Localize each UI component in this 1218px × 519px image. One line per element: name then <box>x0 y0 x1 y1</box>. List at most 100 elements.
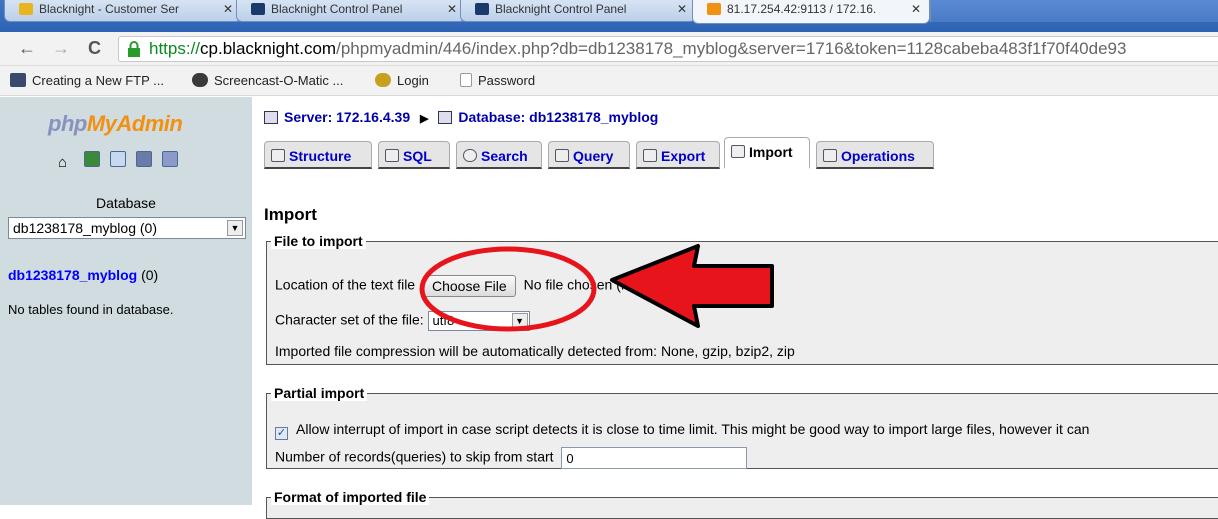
skip-queries-input[interactable]: 0 <box>561 447 748 469</box>
bookmark-item[interactable]: Password <box>460 73 535 88</box>
compression-note: Imported file compression will be automa… <box>275 343 795 359</box>
home-icon[interactable]: ⌂ <box>58 155 74 171</box>
address-bar[interactable]: https://cp.blacknight.com/phpmyadmin/446… <box>118 36 1218 62</box>
nav-icon-row: ⌂ <box>58 151 188 172</box>
tab-label: Blacknight Control Panel <box>495 2 627 16</box>
database-select[interactable]: db1238178_myblog (0) ▼ <box>8 217 246 239</box>
format-fieldset: Format of imported file <box>266 489 1218 519</box>
charset-select[interactable]: utf8 ▼ <box>427 311 530 331</box>
browser-tab-active[interactable]: 81.17.254.42:9113 / 172.16. ✕ <box>692 0 930 24</box>
sql-icon[interactable] <box>110 151 126 167</box>
skip-label: Number of records(queries) to skip from … <box>275 448 554 465</box>
blacknight-favicon-icon <box>475 3 489 15</box>
database-select-value: db1238178_myblog (0) <box>13 220 157 236</box>
tab-sql[interactable]: SQL <box>378 141 450 169</box>
no-file-text: No file chosen <box>523 276 613 293</box>
browser-tab[interactable]: Blacknight Control Panel ✕ <box>460 0 696 22</box>
bookmark-label: Screencast-O-Matic ... <box>214 73 344 88</box>
back-icon[interactable]: ← <box>18 38 36 59</box>
chevron-down-icon[interactable]: ▼ <box>227 220 243 236</box>
new-tab-button[interactable] <box>930 0 1218 22</box>
phpmyadmin-logo[interactable]: phpMyAdmin <box>48 111 183 137</box>
query-icon <box>555 149 569 162</box>
pma-navigation-frame: phpMyAdmin ⌂ Database db1238178_myblog (… <box>0 97 252 505</box>
breadcrumb-separator-icon: ▶ <box>420 113 429 125</box>
close-icon[interactable]: ✕ <box>911 2 921 16</box>
allow-interrupt-label: Allow interrupt of import in case script… <box>296 421 1090 437</box>
bookmark-item[interactable]: Login <box>375 73 429 88</box>
page-title: Import <box>264 205 317 224</box>
close-icon[interactable]: ✕ <box>223 2 233 16</box>
logo-php: php <box>48 111 87 136</box>
max-size-text: (Max: 16,384 KiB) <box>616 276 729 293</box>
browser-toolbar: ← → C https://cp.blacknight.com/phpmyadm… <box>0 32 1218 66</box>
bookmark-item[interactable]: Screencast-O-Matic ... <box>192 73 343 88</box>
structure-icon <box>271 149 285 162</box>
login-icon <box>375 73 391 87</box>
database-caption: Database <box>96 195 156 211</box>
database-link-count: (0) <box>141 267 159 283</box>
tab-label: Query <box>573 148 614 164</box>
tab-label: Import <box>749 144 793 160</box>
skip-row: Number of records(queries) to skip from … <box>275 447 748 469</box>
charset-row: Character set of the file: utf8 ▼ <box>275 311 530 331</box>
database-link[interactable]: db1238178_myblog (0) <box>8 267 158 283</box>
exit-icon[interactable] <box>84 151 100 167</box>
tab-label: Search <box>481 148 528 164</box>
tab-label: Export <box>661 148 706 164</box>
close-icon[interactable]: ✕ <box>447 2 457 16</box>
bookmark-label: Creating a New FTP ... <box>32 73 164 88</box>
tab-label: Structure <box>289 148 352 164</box>
file-to-import-fieldset: File to import Location of the text file… <box>266 233 1218 365</box>
tab-label: Blacknight Control Panel <box>271 2 403 16</box>
url-scheme: https:// <box>149 39 201 58</box>
som-icon <box>192 73 208 87</box>
export-icon <box>643 149 657 162</box>
phpmyadmin-favicon-icon <box>707 3 721 15</box>
operations-icon <box>823 149 837 162</box>
import-icon <box>731 145 745 158</box>
chevron-down-icon[interactable]: ▼ <box>511 313 528 329</box>
server-icon <box>264 111 278 124</box>
url-path: /phpmyadmin/446/index.php?db=db1238178_m… <box>336 39 1127 58</box>
tab-label: SQL <box>403 148 432 164</box>
bookmark-item[interactable]: Creating a New FTP ... <box>10 73 164 88</box>
tab-label: Operations <box>841 148 915 164</box>
forward-icon[interactable]: → <box>52 38 70 59</box>
logo-my: My <box>86 111 117 136</box>
bookmarks-bar: Creating a New FTP ... Screencast-O-Mati… <box>0 66 1218 96</box>
browser-tab[interactable]: Blacknight - Customer Ser ✕ <box>4 0 242 22</box>
blacknight-favicon-icon <box>251 3 265 15</box>
iis-icon <box>10 73 26 87</box>
file-location-label: Location of the text file <box>275 276 416 293</box>
tab-query[interactable]: Query <box>548 141 630 169</box>
tab-operations[interactable]: Operations <box>816 141 934 169</box>
tab-import[interactable]: Import <box>724 137 810 169</box>
breadcrumb-server[interactable]: Server: 172.16.4.39 <box>284 109 410 125</box>
close-icon[interactable]: ✕ <box>677 2 687 16</box>
sql-docs-icon[interactable] <box>162 151 178 167</box>
file-to-import-legend: File to import <box>271 233 366 249</box>
lock-icon <box>128 41 140 57</box>
tab-structure[interactable]: Structure <box>264 141 372 169</box>
no-tables-message: No tables found in database. <box>8 302 174 317</box>
allow-interrupt-checkbox[interactable]: ✓ <box>275 427 288 440</box>
tab-label: 81.17.254.42:9113 / 172.16. <box>727 2 877 16</box>
tab-search[interactable]: Search <box>456 141 542 169</box>
tab-export[interactable]: Export <box>636 141 720 169</box>
file-location-row: Location of the text file Choose File No… <box>275 275 728 297</box>
choose-file-button[interactable]: Choose File <box>422 275 516 297</box>
charset-value: utf8 <box>432 313 455 328</box>
reload-icon[interactable]: C <box>88 38 101 59</box>
docs-icon[interactable] <box>136 151 152 167</box>
breadcrumb-database[interactable]: Database: db1238178_myblog <box>458 109 658 125</box>
browser-tab[interactable]: Blacknight Control Panel ✕ <box>236 0 466 22</box>
page-icon <box>460 73 472 87</box>
logo-admin: Admin <box>116 111 183 136</box>
database-icon <box>438 111 453 124</box>
url-host: cp.blacknight.com <box>200 39 337 58</box>
allow-interrupt-row: ✓ Allow interrupt of import in case scrip… <box>275 421 1089 440</box>
sql-icon <box>385 149 399 162</box>
bookmark-label: Login <box>397 73 429 88</box>
partial-import-legend: Partial import <box>271 385 368 401</box>
